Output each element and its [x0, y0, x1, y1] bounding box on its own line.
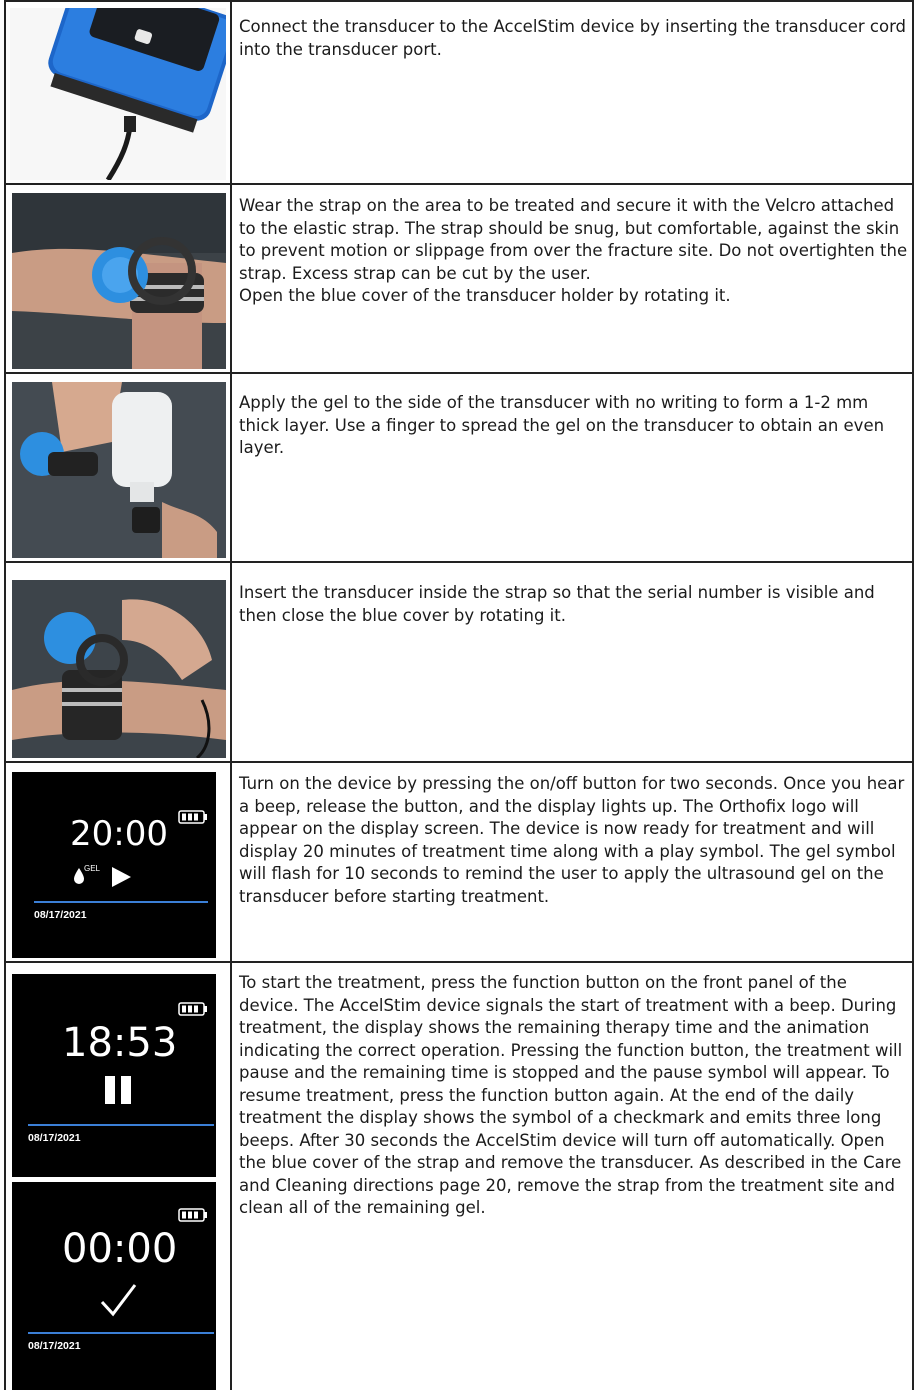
column-divider: [4, 0, 6, 1390]
step-text: Turn on the device by pressing the on/of…: [239, 774, 905, 906]
timer-display: 00:00: [62, 1226, 178, 1272]
screen-date: 08/17/2021: [34, 909, 87, 921]
battery-icon: [178, 1002, 207, 1016]
screen-date: 08/17/2021: [28, 1132, 81, 1144]
row-divider: [4, 0, 914, 2]
insert-transducer-photo: [12, 580, 226, 758]
row-divider: [4, 183, 914, 185]
screen-divider: [28, 1124, 214, 1126]
play-icon: [112, 867, 131, 887]
row-divider: [4, 761, 914, 763]
timer-display: 20:00: [70, 814, 168, 854]
row-divider: [4, 372, 914, 374]
device-screen-ready: 20:00 GEL 08/17/2021: [12, 772, 216, 958]
screen-date: 08/17/2021: [28, 1340, 81, 1352]
device-screen-complete: 00:00 08/17/2021: [12, 1182, 216, 1390]
step-text: To start the treatment, press the functi…: [239, 973, 903, 1217]
row-divider: [4, 961, 914, 963]
device-transducer-photo: [10, 8, 226, 180]
battery-icon: [178, 810, 207, 824]
screen-divider: [28, 1332, 214, 1334]
checkmark-icon: [100, 1284, 137, 1317]
apply-gel-photo: [12, 382, 226, 558]
strap-on-arm-photo: [12, 193, 226, 369]
timer-display: 18:53: [62, 1020, 178, 1066]
battery-icon: [178, 1208, 207, 1222]
screen-divider: [34, 901, 208, 903]
row-divider: [4, 561, 914, 563]
pause-icon: [105, 1076, 131, 1104]
gel-label: GEL: [84, 864, 101, 873]
step-text: Wear the strap on the area to be treated…: [239, 196, 908, 305]
step-text: Connect the transducer to the AccelStim …: [239, 17, 907, 59]
step-text: Apply the gel to the side of the transdu…: [239, 393, 885, 457]
device-screen-paused: 18:53 08/17/2021: [12, 974, 216, 1177]
instruction-table: Connect the transducer to the AccelStim …: [4, 0, 914, 1390]
column-divider: [230, 0, 232, 1390]
step-text: Insert the transducer inside the strap s…: [239, 583, 875, 625]
